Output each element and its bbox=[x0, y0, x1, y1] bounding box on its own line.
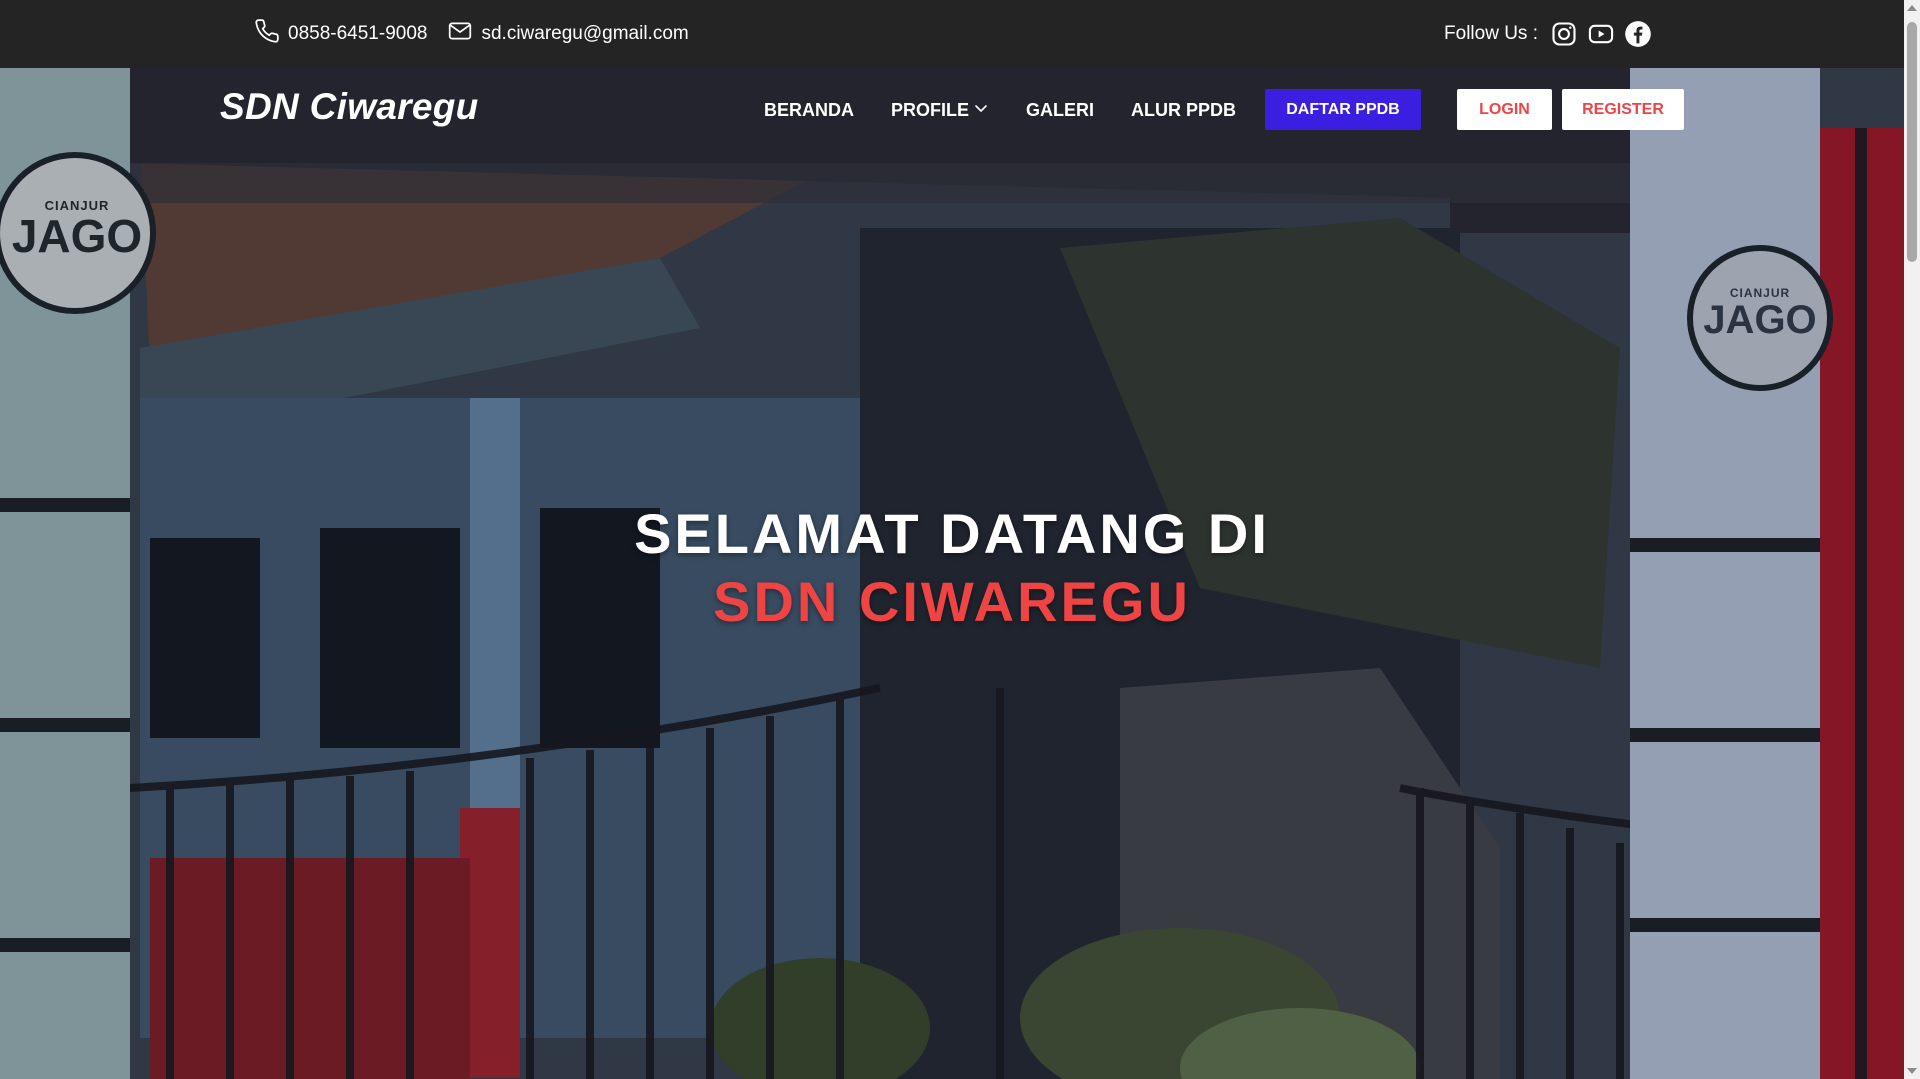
follow-label: Follow Us : bbox=[1444, 23, 1538, 44]
mail-icon bbox=[447, 18, 473, 50]
chevron-down-icon bbox=[973, 100, 989, 121]
social-links bbox=[1550, 20, 1652, 48]
hero-heading: SELAMAT DATANG DI SDN CIWAREGU bbox=[0, 500, 1904, 636]
page-scrollbar[interactable] bbox=[1904, 0, 1920, 1079]
nav-item-label: ALUR PPDB bbox=[1131, 99, 1237, 120]
scrollbar-thumb[interactable] bbox=[1907, 22, 1917, 262]
email-contact[interactable]: sd.ciwaregu@gmail.com bbox=[447, 18, 689, 50]
hero-welcome-text: SELAMAT DATANG DI bbox=[634, 502, 1270, 565]
instagram-icon[interactable] bbox=[1550, 20, 1578, 48]
top-contact-bar: 0858-6451-9008 sd.ciwaregu@gmail.com Fol… bbox=[0, 0, 1904, 68]
sign-main-text: JAGO bbox=[11, 210, 143, 262]
social-follow: Follow Us : bbox=[1444, 0, 1652, 68]
nav-menu: BERANDA PROFILE GALERI ALUR PPDB bbox=[764, 68, 1236, 152]
email-address: sd.ciwaregu@gmail.com bbox=[481, 23, 689, 44]
site-brand-logo[interactable]: SDN Ciwaregu bbox=[220, 86, 479, 128]
scroll-down-arrow-icon[interactable] bbox=[1907, 1068, 1917, 1074]
nav-item-label: GALERI bbox=[1026, 99, 1095, 120]
login-button[interactable]: LOGIN bbox=[1457, 89, 1552, 130]
hero-school-name: SDN CIWAREGU bbox=[713, 570, 1191, 633]
phone-contact[interactable]: 0858-6451-9008 bbox=[254, 18, 427, 50]
main-navbar: SDN Ciwaregu BERANDA PROFILE GALERI ALUR… bbox=[0, 68, 1904, 152]
nav-item-label: PROFILE bbox=[891, 99, 970, 120]
sign-main-text: JAGO bbox=[1703, 298, 1817, 342]
contact-info: 0858-6451-9008 sd.ciwaregu@gmail.com bbox=[254, 0, 689, 68]
daftar-ppdb-button[interactable]: DAFTAR PPDB bbox=[1265, 89, 1421, 130]
nav-item-profile[interactable]: PROFILE bbox=[891, 100, 989, 121]
nav-item-beranda[interactable]: BERANDA bbox=[764, 100, 854, 121]
nav-item-galeri[interactable]: GALERI bbox=[1026, 100, 1094, 121]
cianjur-jago-sign-right: CIANJUR JAGO bbox=[1695, 286, 1825, 340]
facebook-icon[interactable] bbox=[1624, 20, 1652, 48]
phone-number: 0858-6451-9008 bbox=[288, 23, 428, 44]
scroll-up-arrow-icon[interactable] bbox=[1907, 5, 1917, 11]
youtube-icon[interactable] bbox=[1587, 20, 1615, 48]
register-button[interactable]: REGISTER bbox=[1562, 89, 1684, 130]
nav-item-alur-ppdb[interactable]: ALUR PPDB bbox=[1131, 100, 1236, 121]
cianjur-jago-sign-left: CIANJUR JAGO bbox=[2, 198, 152, 259]
nav-item-label: BERANDA bbox=[764, 99, 854, 120]
phone-icon bbox=[254, 18, 280, 50]
